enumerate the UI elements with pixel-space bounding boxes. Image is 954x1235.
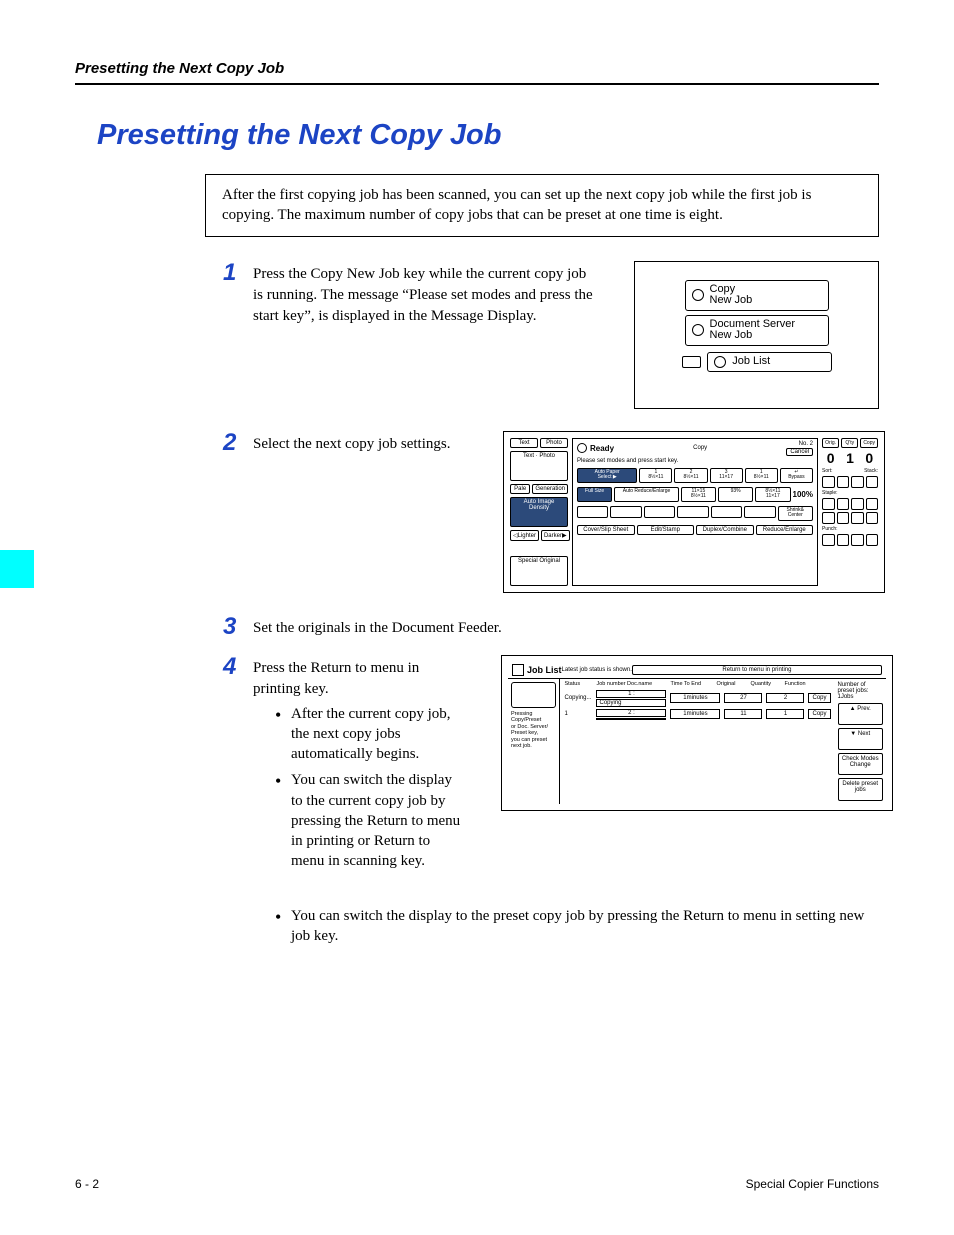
table-row: 1 2 : 1minutes 11 1 Copy (560, 708, 834, 721)
status-message: Please set modes and press start key. (573, 458, 817, 466)
edit-stamp: Edit/Stamp (637, 525, 695, 535)
bypass-tray: ↵ Bypass (780, 468, 813, 483)
figure-job-list-screen: Job List Latest job status is shown. Ret… (501, 655, 893, 811)
orig-count: 0 (822, 450, 839, 466)
doc-server-new-job-key: Document Server New Job (685, 315, 829, 346)
tray-3: 3 11×17 (710, 468, 743, 483)
step-number-3: 3 (223, 615, 243, 639)
full-size: Full Size (577, 487, 612, 502)
qty-count: 1 (841, 450, 858, 466)
orientation-icon (677, 506, 708, 518)
shrink-center: Shrink& Center (778, 506, 813, 521)
step-number-4: 4 (223, 655, 243, 679)
orig-label: Orig. (822, 438, 839, 448)
step-number-1: 1 (223, 261, 243, 285)
led-icon (692, 289, 704, 301)
ready-status: Ready (577, 443, 614, 453)
pale-mode: Pale (510, 484, 530, 494)
reduce-enlarge: Reduce/Enlarge (756, 525, 814, 535)
tray-4: 1 8½×11 (745, 468, 778, 483)
page-title: Presetting the Next Copy Job (97, 119, 879, 152)
page-number: 6 - 2 (75, 1177, 99, 1191)
figure-copy-settings-screen: TextPhoto Text · Photo PaleGeneration Au… (503, 431, 885, 593)
cancel-btn: Cancel (786, 448, 813, 456)
copy-label: Copy (860, 438, 878, 448)
orientation-icon (644, 506, 675, 518)
text-photo-mode: Text · Photo (510, 451, 568, 481)
auto-density: Auto Image Density (510, 497, 568, 527)
status-msg: Latest job status is shown. (562, 667, 632, 673)
bullet-1: After the current copy job, the next cop… (275, 704, 461, 765)
bullet-2: You can switch the display to the curren… (275, 770, 461, 871)
led-icon (692, 324, 704, 336)
step-number-2: 2 (223, 431, 243, 455)
table-headers: Status Job number Doc.name Time To End O… (560, 679, 834, 689)
mode-label: Copy (693, 445, 707, 451)
job-list-key: Job List (707, 352, 831, 372)
text-mode: Text (510, 438, 538, 448)
indicator-icon (682, 356, 702, 368)
tray-1: 1 8½×11 (639, 468, 672, 483)
ratio-93: 93% (718, 487, 753, 502)
cover-slip-sheet: Cover/Slip Sheet (577, 525, 635, 535)
auto-paper-select: Auto Paper Select ▶ (577, 468, 637, 483)
qty-label: Q'ty (841, 438, 858, 448)
copy-new-job-key: Copy New Job (685, 280, 829, 311)
ratio-preset-2: 8½×11 11×17 (755, 487, 790, 502)
step-4-text: Press the Return to menu in printing key… (253, 658, 461, 700)
auto-reduce-enlarge: Auto Reduce/Enlarge (614, 487, 679, 502)
copy-count: 0 (861, 450, 878, 466)
ratio-100: 100% (793, 490, 813, 499)
orientation-icon (577, 506, 608, 518)
special-original: Special Original (510, 556, 568, 586)
preset-note: Pressing Copy/Preset or Doc. Server/ Pre… (511, 711, 556, 751)
list-icon (512, 664, 524, 676)
ratio-preset-1: 11×15 8½×11 (681, 487, 716, 502)
running-head: Presetting the Next Copy Job (75, 60, 879, 85)
orientation-icon (744, 506, 775, 518)
generation-mode: Generation (532, 484, 568, 494)
tray-2: 2 8½×11 (674, 468, 707, 483)
check-modes-btn: Check Modes Change (838, 753, 883, 775)
orientation-icon (711, 506, 742, 518)
preset-count: Number of preset jobs: 1Jobs (838, 682, 883, 700)
photo-mode: Photo (540, 438, 568, 448)
printer-icon (511, 682, 556, 708)
footer-section: Special Copier Functions (746, 1177, 879, 1191)
bullet-3: You can switch the display to the preset… (275, 906, 879, 947)
next-btn: ▼ Next (838, 728, 883, 750)
duplex-combine: Duplex/Combine (696, 525, 754, 535)
original-type-panel: TextPhoto Text · Photo PaleGeneration Au… (510, 438, 568, 586)
counter-finishing-panel: Orig. Q'ty Copy 0 1 0 Sort:Stack: Staple… (822, 438, 878, 586)
delete-preset-btn: Delete preset jobs (838, 778, 883, 800)
prev-btn: ▲ Prev. (838, 703, 883, 725)
step-3-text: Set the originals in the Document Feeder… (253, 615, 879, 639)
orientation-icon (610, 506, 641, 518)
figure-hardware-keys: Copy New Job Document Server New Job Job… (634, 261, 879, 409)
job-number: No. 2 (799, 441, 813, 447)
return-to-menu-btn: Return to menu in printing (632, 665, 882, 675)
table-row: Copying... 1 :Copying 1minutes 27 2 Copy (560, 689, 834, 708)
lighter-btn: ◁Lighter (510, 530, 539, 541)
job-list-title: Job List (512, 664, 562, 676)
step-1-text: Press the Copy New Job key while the cur… (253, 261, 594, 327)
darker-btn: Darker▶ (541, 530, 570, 541)
led-icon (714, 356, 726, 368)
step-2-text: Select the next copy job settings. (253, 431, 463, 455)
intro-box: After the first copying job has been sca… (205, 174, 879, 237)
